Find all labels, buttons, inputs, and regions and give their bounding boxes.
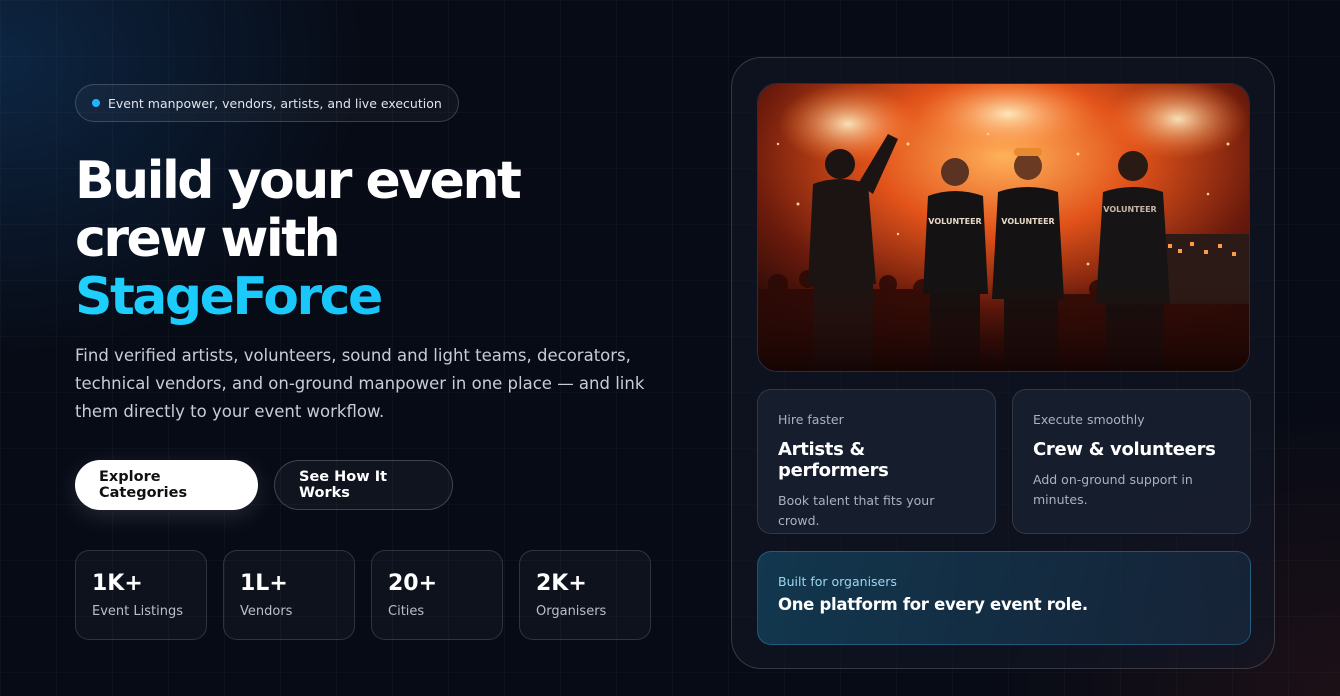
stat-label: Cities <box>388 604 425 619</box>
card-description: Book talent that fits your crowd. <box>778 493 935 528</box>
stat-value: 1L+ <box>240 571 288 596</box>
status-dot-icon <box>92 99 100 107</box>
shirt-print: VOLUNTEER <box>928 217 981 226</box>
organisers-highlight-card: Built for organisers One platform for ev… <box>757 551 1251 645</box>
stat-value: 1K+ <box>92 571 143 596</box>
hero-description: Find verified artists, volunteers, sound… <box>75 346 645 421</box>
card-title: Crew & volunteers <box>1033 439 1216 460</box>
stat-value: 20+ <box>388 571 438 596</box>
hero-badge-label: Event manpower, vendors, artists, and li… <box>108 95 442 111</box>
stat-card-event-listings: 1K+ Event Listings <box>75 550 207 640</box>
shirt-print: VOLUNTEER <box>1103 205 1156 214</box>
stat-card-organisers: 2K+ Organisers <box>519 550 651 640</box>
hero-section: Event manpower, vendors, artists, and li… <box>75 84 675 640</box>
stat-label: Vendors <box>240 604 293 619</box>
card-eyebrow: Hire faster <box>778 412 844 427</box>
see-how-it-works-button[interactable]: See How It Works <box>274 460 453 510</box>
card-eyebrow: Execute smoothly <box>1033 412 1145 427</box>
card-description: Add on-ground support in minutes. <box>1033 472 1193 507</box>
stat-card-cities: 20+ Cities <box>371 550 503 640</box>
event-crew-photo: VOLUNTEER VOLUNTEER VOLUNTEER <box>757 83 1250 372</box>
concert-crew-illustration: VOLUNTEER VOLUNTEER VOLUNTEER <box>758 84 1249 371</box>
stats-row: 1K+ Event Listings 1L+ Vendors 20+ Citie… <box>75 550 675 640</box>
stat-label: Organisers <box>536 604 607 619</box>
card-title: Artists & performers <box>778 439 889 481</box>
showcase-panel: VOLUNTEER VOLUNTEER VOLUNTEER Hire faste… <box>731 57 1275 669</box>
hero-actions: Explore Categories See How It Works <box>75 460 675 510</box>
shirt-print: VOLUNTEER <box>1001 217 1054 226</box>
hero-title-brand: StageForce <box>75 268 675 326</box>
feature-card-artists: Hire faster Artists & performers Book ta… <box>757 389 996 534</box>
hero-badge: Event manpower, vendors, artists, and li… <box>75 84 459 122</box>
explore-categories-button[interactable]: Explore Categories <box>75 460 258 510</box>
stat-card-vendors: 1L+ Vendors <box>223 550 355 640</box>
hero-title: Build your event crew with StageForce <box>75 152 675 326</box>
stat-value: 2K+ <box>536 571 587 596</box>
card-title: One platform for every event role. <box>778 595 1088 614</box>
feature-card-crew: Execute smoothly Crew & volunteers Add o… <box>1012 389 1251 534</box>
stat-label: Event Listings <box>92 604 183 619</box>
hero-title-line-2: crew with <box>75 209 341 269</box>
card-eyebrow: Built for organisers <box>778 574 897 589</box>
hero-title-line-1: Build your event <box>75 151 522 211</box>
